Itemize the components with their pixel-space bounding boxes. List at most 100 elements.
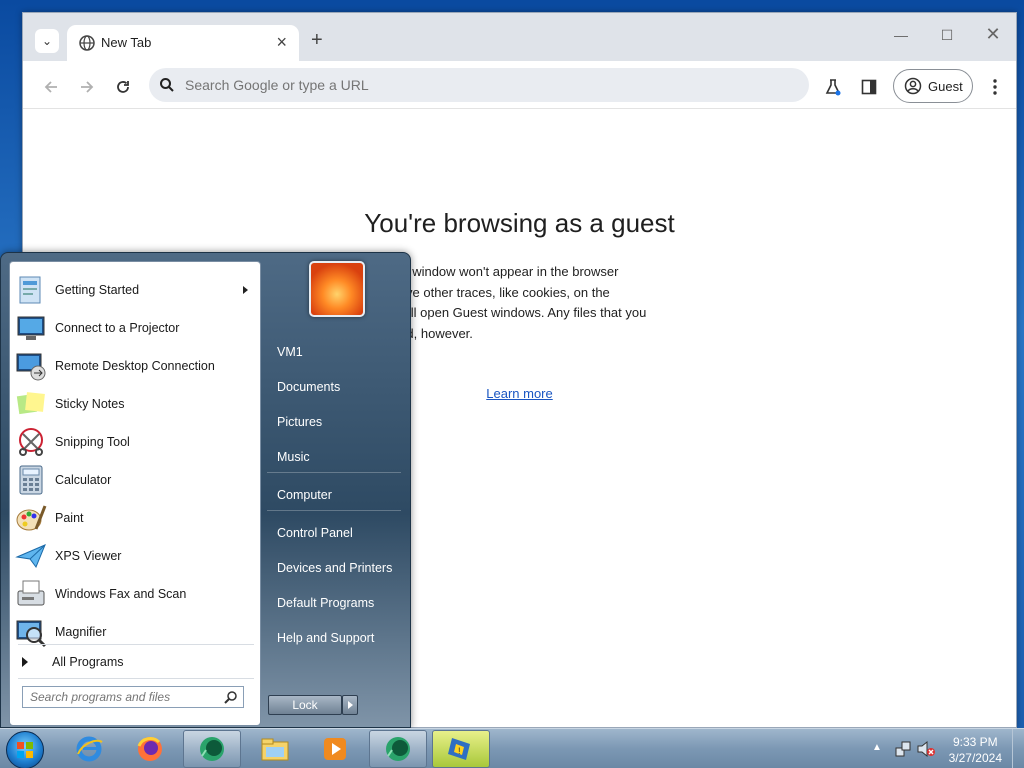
media-player-icon <box>324 738 346 760</box>
omnibox[interactable] <box>149 68 809 102</box>
file-explorer-icon <box>261 738 289 761</box>
lock-button[interactable]: Lock <box>268 695 342 715</box>
minimize-button[interactable]: — <box>881 27 921 51</box>
show-desktop-button[interactable] <box>1012 729 1024 768</box>
getting-started-icon <box>19 276 41 304</box>
all-programs-label: All Programs <box>52 655 124 669</box>
all-programs-button[interactable]: All Programs <box>16 650 254 674</box>
program-label: Sticky Notes <box>55 397 125 411</box>
program-label: Remote Desktop Connection <box>55 359 215 373</box>
program-calculator[interactable]: Calculator <box>12 462 258 498</box>
globe-icon <box>79 35 95 51</box>
program-snipping-tool[interactable]: Snipping Tool <box>12 424 258 460</box>
search-icon[interactable] <box>224 690 238 704</box>
snipping-tool-icon <box>19 428 43 456</box>
program-label: Snipping Tool <box>55 435 130 449</box>
separator <box>18 644 254 645</box>
flask-icon <box>825 79 841 96</box>
place-computer[interactable]: Computer <box>267 481 405 509</box>
omnibox-input[interactable] <box>185 68 785 102</box>
search-icon <box>160 78 174 92</box>
place-documents[interactable]: Documents <box>267 373 405 401</box>
back-button[interactable] <box>39 75 63 99</box>
program-connect-projector[interactable]: Connect to a Projector <box>12 310 258 346</box>
paint-icon <box>16 505 47 531</box>
reload-icon <box>117 81 129 93</box>
close-icon[interactable]: × <box>276 32 287 52</box>
taskbar-app-green-2[interactable] <box>369 730 427 768</box>
close-window-button[interactable]: ✕ <box>973 24 1013 48</box>
tab-search-button[interactable]: ⌄ <box>35 29 59 53</box>
show-hidden-icons-icon[interactable]: ▲ <box>872 742 882 753</box>
program-label: Paint <box>55 511 84 525</box>
firefox-icon <box>137 737 162 761</box>
xps-viewer-icon <box>15 544 46 569</box>
arrow-left-icon <box>44 81 57 93</box>
taskbar-app-green-1[interactable] <box>183 730 241 768</box>
start-search-box[interactable] <box>22 686 244 708</box>
chevron-down-icon: ⌄ <box>41 34 53 48</box>
network-icon[interactable] <box>894 740 912 758</box>
start-search-input[interactable] <box>23 687 213 707</box>
profile-button[interactable]: Guest <box>893 69 973 103</box>
program-label: Connect to a Projector <box>55 321 180 335</box>
browser-toolbar: Guest <box>23 61 1016 109</box>
program-paint[interactable]: Paint <box>12 500 258 536</box>
internet-explorer-icon <box>76 736 103 762</box>
taskbar-firefox[interactable] <box>121 730 179 768</box>
sticky-notes-icon <box>16 392 45 415</box>
program-label: XPS Viewer <box>55 549 122 563</box>
forward-button[interactable] <box>75 75 99 99</box>
svg-text:!: ! <box>458 746 461 756</box>
app-green-icon <box>386 737 410 761</box>
projector-icon <box>17 316 45 340</box>
side-panel-icon <box>861 79 877 95</box>
place-user-folder[interactable]: VM1 <box>267 338 405 366</box>
clock-time: 9:33 PM <box>952 735 998 749</box>
system-tray: ▲ 9:33 PM 3/27/2024 <box>854 729 1024 768</box>
program-label: Calculator <box>55 473 112 487</box>
arrow-right-icon <box>81 81 94 93</box>
taskbar-action-center-app[interactable]: ! <box>432 730 490 768</box>
taskbar-media-player[interactable] <box>306 730 364 768</box>
menu-button[interactable] <box>983 75 1007 99</box>
program-label: Magnifier <box>55 625 107 639</box>
calculator-icon <box>19 465 43 495</box>
more-vert-icon <box>993 79 997 95</box>
action-center-icon: ! <box>448 738 470 760</box>
program-label: Getting Started <box>55 283 140 297</box>
place-music[interactable]: Music <box>267 443 405 471</box>
start-menu-programs: Getting Started Connect to a Projector R… <box>9 261 261 726</box>
shutdown-options-button[interactable] <box>342 695 358 715</box>
place-devices-printers[interactable]: Devices and Printers <box>267 554 405 582</box>
remote-desktop-icon <box>16 353 46 381</box>
separator <box>18 678 254 679</box>
side-panel-button[interactable] <box>857 75 881 99</box>
program-getting-started[interactable]: Getting Started <box>12 272 258 308</box>
profile-label: Guest <box>928 78 963 94</box>
windows-logo-icon <box>17 742 33 758</box>
separator <box>267 510 401 511</box>
maximize-button[interactable]: ☐ <box>927 27 967 51</box>
program-sticky-notes[interactable]: Sticky Notes <box>12 386 258 422</box>
submenu-arrow-icon <box>243 286 248 294</box>
app-green-icon <box>200 737 224 761</box>
volume-muted-icon[interactable] <box>916 740 936 758</box>
labs-button[interactable] <box>821 75 845 99</box>
place-pictures[interactable]: Pictures <box>267 408 405 436</box>
program-remote-desktop[interactable]: Remote Desktop Connection <box>12 348 258 384</box>
tab-new-tab[interactable]: New Tab × <box>67 25 299 61</box>
clock[interactable]: 9:33 PM 3/27/2024 <box>949 734 1002 766</box>
taskbar-internet-explorer[interactable] <box>60 730 118 768</box>
separator <box>267 472 401 473</box>
start-button[interactable] <box>6 731 44 768</box>
place-default-programs[interactable]: Default Programs <box>267 589 405 617</box>
program-xps-viewer[interactable]: XPS Viewer <box>12 538 258 574</box>
place-control-panel[interactable]: Control Panel <box>267 519 405 547</box>
reload-button[interactable] <box>111 75 135 99</box>
new-tab-button[interactable]: + <box>311 29 323 51</box>
place-help-support[interactable]: Help and Support <box>267 624 405 652</box>
taskbar-file-explorer[interactable] <box>246 730 304 768</box>
program-fax-scan[interactable]: Windows Fax and Scan <box>12 576 258 612</box>
user-avatar[interactable] <box>309 261 365 317</box>
